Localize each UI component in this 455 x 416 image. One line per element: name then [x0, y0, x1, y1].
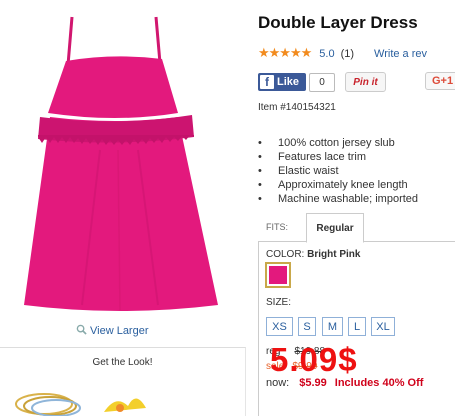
- write-review-link[interactable]: Write a rev: [374, 48, 427, 60]
- color-value: Bright Pink: [307, 249, 361, 260]
- google-plus-button[interactable]: G+1: [425, 72, 455, 90]
- size-option-m[interactable]: M: [322, 317, 343, 336]
- feature-item: • Features lace trim: [258, 151, 367, 163]
- size-option-l[interactable]: L: [348, 317, 366, 336]
- facebook-like-count: 0: [309, 73, 335, 92]
- feature-item: • 100% cotton jersey slub: [258, 137, 395, 149]
- facebook-icon: f: [260, 75, 274, 89]
- rating-row: ★★★★★ 5.0 (1) Write a rev: [258, 45, 427, 61]
- feature-item: • Approximately knee length: [258, 179, 408, 191]
- overlay-price-annotation: 5.09$: [270, 341, 358, 378]
- facebook-like-label: Like: [277, 76, 300, 88]
- rating-stars-icon[interactable]: ★★★★★: [258, 45, 312, 60]
- product-image-area: View Larger: [0, 0, 250, 345]
- magnifier-icon: [76, 324, 87, 335]
- accessory-thumbnails[interactable]: [4, 382, 244, 416]
- color-swatch-bright-pink[interactable]: [265, 262, 291, 288]
- size-option-xs[interactable]: XS: [266, 317, 293, 336]
- pinterest-pin-button[interactable]: Pin it: [345, 72, 386, 92]
- rating-count: (1): [340, 48, 355, 60]
- view-larger-link[interactable]: View Larger: [76, 324, 149, 337]
- feature-item: • Elastic waist: [258, 165, 339, 177]
- product-title: Double Layer Dress: [258, 13, 418, 32]
- rating-score[interactable]: 5.0: [319, 48, 334, 60]
- facebook-like-button[interactable]: f Like: [258, 73, 306, 91]
- product-image-dress[interactable]: [20, 5, 225, 315]
- size-label: SIZE:: [266, 297, 292, 308]
- color-label: COLOR: Bright Pink: [266, 249, 361, 260]
- get-the-look-panel: Get the Look!: [0, 347, 246, 416]
- tab-regular-fit[interactable]: Regular: [306, 213, 364, 243]
- feature-item: • Machine washable; imported: [258, 193, 419, 205]
- view-larger-label: View Larger: [90, 325, 149, 337]
- item-number: Item #140154321: [258, 102, 336, 113]
- feature-list: • 100% cotton jersey slub • Features lace …: [258, 136, 418, 206]
- size-option-s[interactable]: S: [298, 317, 316, 336]
- fits-label: FITS:: [266, 222, 288, 232]
- get-the-look-title: Get the Look!: [92, 357, 153, 368]
- size-option-xl[interactable]: XL: [371, 317, 395, 336]
